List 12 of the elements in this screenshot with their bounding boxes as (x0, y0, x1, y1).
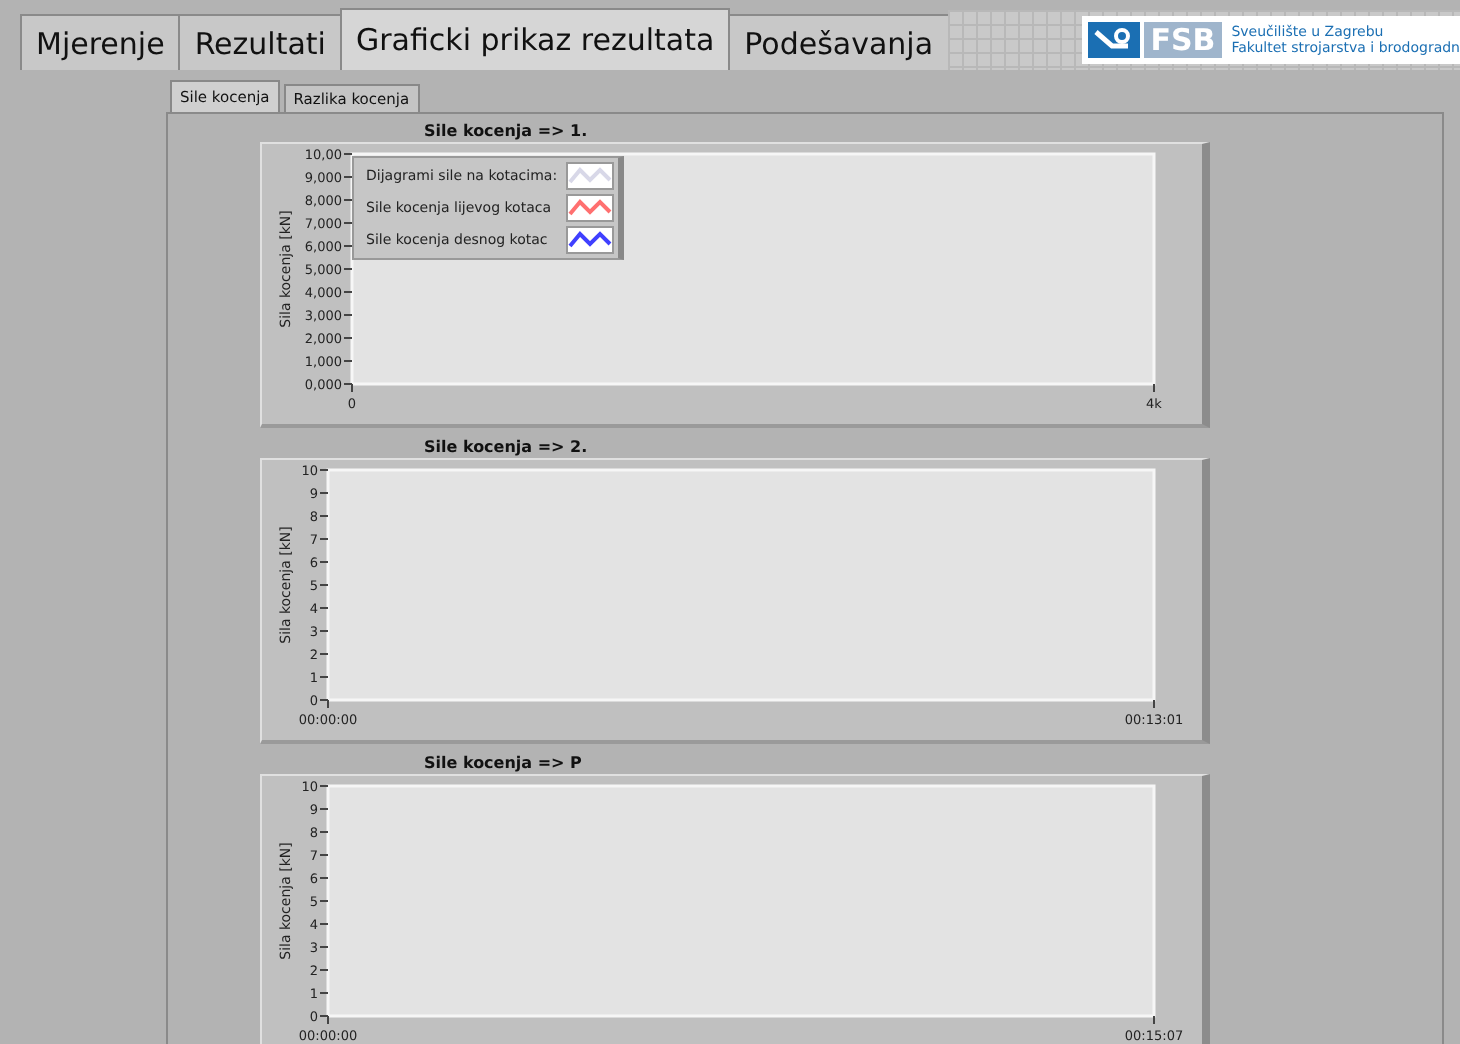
line-sample-icon (565, 162, 614, 190)
tab[interactable]: Mjerenje (20, 14, 181, 70)
line-sample-icon (565, 194, 614, 222)
chart-title: Sile kocenja => 2. (422, 436, 590, 458)
line-sample-icon (565, 226, 614, 254)
tab[interactable]: Podešavanja (728, 14, 950, 70)
logo-text: FSB (1144, 22, 1222, 58)
logo-icon (1088, 22, 1141, 58)
chart-title: Sile kocenja => 1. (422, 120, 590, 142)
tab[interactable]: Rezultati (178, 14, 342, 70)
chart-title: Sile kocenja => P (422, 752, 584, 774)
tab[interactable]: Graficki prikaz rezultata (339, 8, 731, 70)
